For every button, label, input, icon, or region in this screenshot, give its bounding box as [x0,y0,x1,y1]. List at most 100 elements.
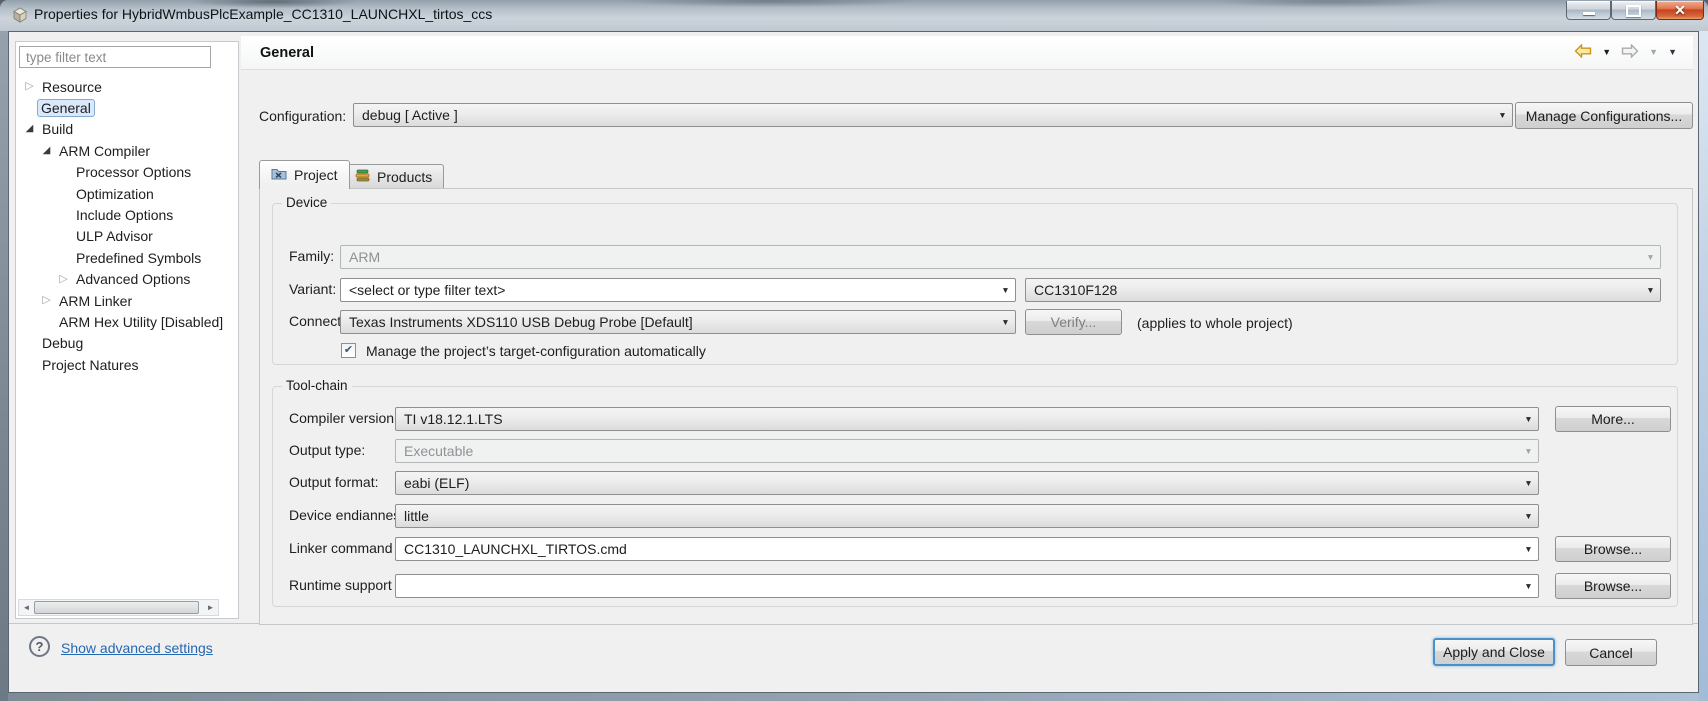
tree-item-build[interactable]: ◢ Build [16,119,237,140]
family-row: Family: ARM ▼ [273,244,1677,270]
compiler-version-row: Compiler version: TI v18.12.1.LTS ▼ More… [273,406,1677,432]
runtime-lib-row: Runtime support library: ▼ Browse... [273,573,1677,599]
scroll-right-icon[interactable]: ► [203,603,218,612]
dropdown-arrow-icon[interactable]: ▼ [1519,479,1538,488]
output-format-row: Output format: eabi (ELF) ▼ [273,470,1677,496]
tab-project[interactable]: Project [259,160,350,189]
tree-item-include-options[interactable]: Include Options [16,204,237,225]
window-controls: ✕ [1566,1,1704,20]
tree-item-arm-compiler[interactable]: ◢ ARM Compiler [16,140,237,161]
window-frame-left [0,31,8,701]
dropdown-arrow-icon: ▼ [1646,251,1655,262]
apply-and-close-button[interactable]: Apply and Close [1433,638,1555,666]
forward-menu-icon[interactable]: ▼ [1649,48,1658,57]
tree-item-processor-options[interactable]: Processor Options [16,162,237,183]
filter-input[interactable] [19,46,211,68]
tree-item-ulp-advisor[interactable]: ULP Advisor [16,226,237,247]
tree-item-arm-hex-utility-disabled[interactable]: ARM Hex Utility [Disabled] [16,311,237,332]
output-format-value: eabi (ELF) [404,475,470,491]
variant-device-combo[interactable]: CC1310F128 ▼ [1025,278,1661,302]
tree-item-optimization[interactable]: Optimization [16,183,237,204]
tree-item-label: ARM Linker [59,292,133,309]
output-format-combo[interactable]: eabi (ELF) ▼ [395,471,1539,495]
manage-configurations-button[interactable]: Manage Configurations... [1515,102,1693,129]
back-menu-icon[interactable]: ▼ [1602,48,1611,57]
tree-horizontal-scrollbar[interactable]: ◄ ► [18,599,219,616]
forward-icon[interactable] [1621,43,1639,61]
products-tab-icon [355,169,370,185]
tree-item-general[interactable]: General [16,97,237,118]
show-advanced-settings-link[interactable]: Show advanced settings [61,640,213,656]
tab-label: Products [377,168,433,185]
page-title: General [260,44,314,61]
variant-row: Variant: <select or type filter text> ▼ … [273,277,1677,303]
variant-filter-combo[interactable]: <select or type filter text> ▼ [340,278,1016,302]
dropdown-arrow-icon[interactable]: ▼ [1519,545,1538,554]
linker-browse-button[interactable]: Browse... [1555,536,1671,562]
auto-manage-label[interactable]: Manage the project’s target-configuratio… [366,343,706,359]
toolchain-group-title: Tool-chain [282,378,352,393]
more-button[interactable]: More... [1555,406,1671,432]
tree-collapsed-icon[interactable]: ▷ [56,273,71,285]
dropdown-arrow-icon[interactable]: ▼ [996,318,1015,327]
scrollbar-thumb[interactable] [34,601,199,614]
tree-item-project-natures[interactable]: Project Natures [16,354,237,375]
tree-expanded-icon[interactable]: ◢ [39,145,54,156]
content-header: General ▼ ▼ ▼ [241,36,1693,70]
titlebar[interactable]: Properties for HybridWmbusPlcExample_CC1… [0,0,1708,32]
tree-item-label: ARM Hex Utility [Disabled] [59,313,224,330]
help-icon[interactable]: ? [29,636,50,657]
view-menu-icon[interactable]: ▼ [1668,48,1677,57]
device-group: Device Family: ARM ▼ Variant: <select or… [272,195,1678,366]
tree-item-advanced-options[interactable]: ▷ Advanced Options [16,269,237,290]
tree-item-debug[interactable]: Debug [16,333,237,354]
tree-item-arm-linker[interactable]: ▷ ARM Linker [16,290,237,311]
dropdown-arrow-icon[interactable]: ▼ [996,286,1015,295]
tree-item-label: Optimization [76,185,154,202]
endianness-row: Device endianness: little ▼ [273,503,1677,529]
tree-item-label: Debug [42,335,84,352]
window-frame-right [1699,31,1708,701]
tree-item-resource[interactable]: ▷ Resource [16,76,237,97]
dropdown-arrow-icon[interactable]: ▼ [1519,582,1538,591]
endianness-combo[interactable]: little ▼ [395,504,1539,528]
maximize-button[interactable] [1611,1,1656,20]
close-button[interactable]: ✕ [1656,1,1704,20]
family-combo: ARM ▼ [340,245,1661,269]
properties-dialog: ▷ResourceGeneral◢Build◢ARM CompilerProce… [8,31,1699,693]
tree-item-label: General [37,99,95,118]
dropdown-arrow-icon[interactable]: ▼ [1519,415,1538,424]
compiler-version-combo[interactable]: TI v18.12.1.LTS ▼ [395,407,1539,431]
family-value: ARM [349,249,381,265]
auto-manage-checkbox[interactable]: ✔ [341,343,356,358]
tree-item-label: ARM Compiler [59,142,151,159]
dropdown-arrow-icon[interactable]: ▼ [1519,512,1538,521]
connection-row: Connection: Texas Instruments XDS110 USB… [273,309,1677,335]
tab-products[interactable]: Products [343,164,445,188]
auto-manage-row: ✔ Manage the project’s target-configurat… [273,340,1677,366]
cancel-button[interactable]: Cancel [1565,639,1657,666]
tree-item-predefined-symbols[interactable]: Predefined Symbols [16,247,237,268]
output-type-value: Executable [404,443,474,459]
dropdown-arrow-icon[interactable]: ▼ [1641,286,1660,295]
project-tab-icon [271,167,287,183]
tree-collapsed-icon[interactable]: ▷ [39,295,54,306]
tree-item-label: Advanced Options [76,271,191,288]
back-icon[interactable] [1574,43,1592,61]
tree-expanded-icon[interactable]: ◢ [22,124,37,134]
connection-note: (applies to whole project) [1137,315,1293,331]
linker-file-combo[interactable]: CC1310_LAUNCHXL_TIRTOS.cmd ▼ [395,537,1539,561]
verify-button[interactable]: Verify... [1025,309,1122,335]
connection-combo[interactable]: Texas Instruments XDS110 USB Debug Probe… [340,310,1016,334]
tree-item-label: ULP Advisor [76,228,153,245]
minimize-icon [1582,12,1595,15]
output-type-row: Output type: Executable ▼ [273,438,1677,464]
scroll-left-icon[interactable]: ◄ [19,603,34,612]
configuration-combo[interactable]: debug [ Active ] ▼ [353,103,1513,127]
runtime-lib-combo[interactable]: ▼ [395,574,1539,598]
runtime-browse-button[interactable]: Browse... [1555,573,1671,599]
linker-file-value: CC1310_LAUNCHXL_TIRTOS.cmd [404,541,627,557]
tree-collapsed-icon[interactable]: ▷ [22,81,37,92]
dropdown-arrow-icon[interactable]: ▼ [1493,111,1512,120]
minimize-button[interactable] [1566,1,1611,20]
